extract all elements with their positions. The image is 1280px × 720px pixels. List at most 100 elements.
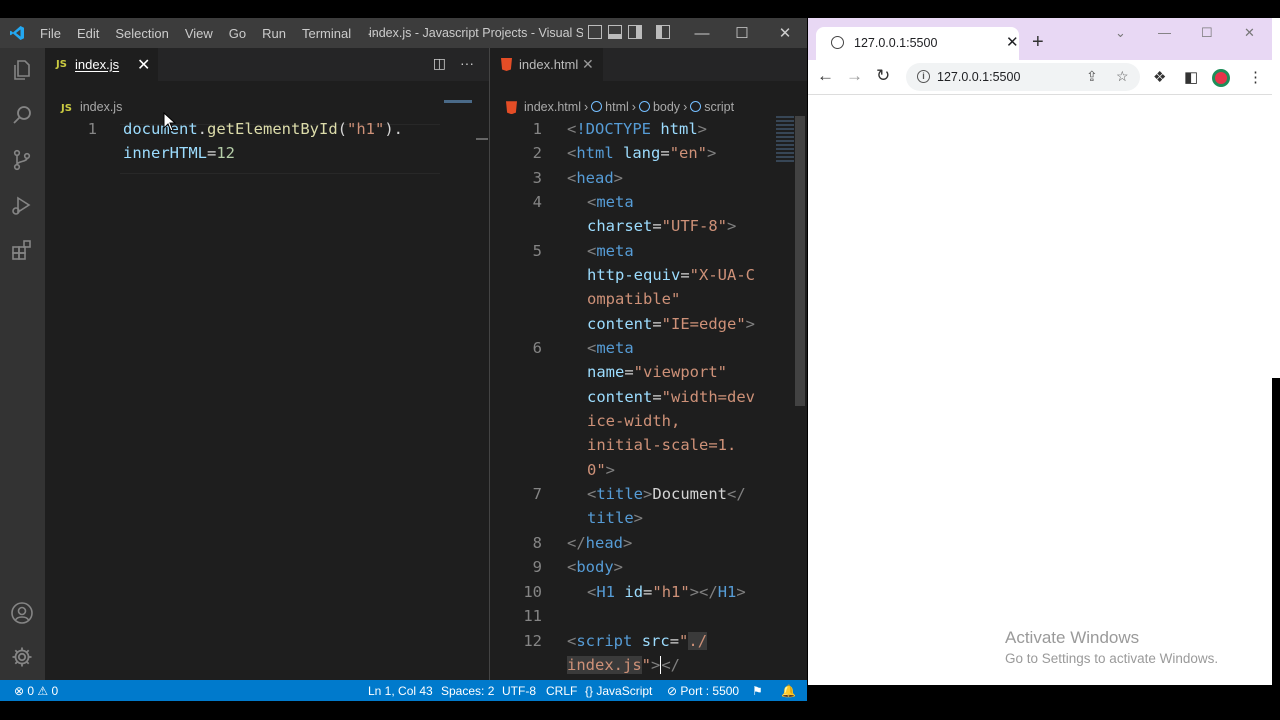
- toggle-panel-icon[interactable]: [608, 25, 622, 39]
- browser-close-icon[interactable]: ✕: [1244, 25, 1255, 41]
- minimize-icon: —: [694, 24, 710, 42]
- breadcrumb[interactable]: JS index.js: [61, 100, 122, 114]
- editor-group-left: JS index.js ✕ ◫ ··· JS index.js 1 documen…: [45, 48, 490, 680]
- problems-status[interactable]: ⊗ 0 ⚠ 0: [14, 684, 58, 698]
- share-icon[interactable]: ⇪: [1086, 68, 1098, 85]
- split-editor-icon[interactable]: ◫: [433, 55, 446, 72]
- title-bar: File Edit Selection View Go Run Terminal…: [0, 18, 807, 48]
- breadcrumb-html[interactable]: html: [605, 100, 629, 114]
- tab-close-icon[interactable]: ✕: [582, 56, 594, 73]
- breadcrumb-separator-icon: ›: [631, 100, 636, 114]
- minimize-button[interactable]: —: [682, 18, 722, 48]
- code-line: charset="UTF-8">: [587, 217, 737, 235]
- address-bar[interactable]: i 127.0.0.1:5500 ⇪ ☆: [906, 63, 1140, 91]
- breadcrumb-body[interactable]: body: [653, 100, 680, 114]
- indentation-status[interactable]: Spaces: 2: [441, 684, 494, 698]
- breadcrumb-file[interactable]: index.html: [524, 100, 581, 114]
- code-line: initial-scale=1.: [587, 436, 737, 454]
- search-icon[interactable]: [10, 103, 34, 127]
- extensions-icon[interactable]: [10, 238, 34, 262]
- feedback-icon[interactable]: ⚑: [752, 684, 763, 698]
- bookmark-star-icon[interactable]: ☆: [1116, 68, 1129, 85]
- toggle-secondary-sidebar-icon[interactable]: [628, 25, 642, 39]
- close-icon: ✕: [778, 25, 792, 42]
- profile-avatar[interactable]: [1212, 69, 1230, 87]
- breadcrumb-script[interactable]: script: [704, 100, 734, 114]
- tab-close-icon[interactable]: ✕: [137, 55, 150, 75]
- window-title: index.js - Javascript Projects - Visual …: [369, 26, 583, 40]
- language-mode-status[interactable]: {} JavaScript: [585, 684, 652, 698]
- browser-window: 127.0.0.1:5500 ✕ + ⌄ — ☐ ✕ ← → ↻ i 127.0…: [808, 18, 1272, 685]
- code-line: index.js"></: [567, 656, 681, 674]
- code-line: <meta: [587, 339, 634, 357]
- browser-page-content: [808, 95, 1272, 685]
- menu-edit[interactable]: Edit: [77, 26, 99, 41]
- line-number: 6: [532, 339, 542, 357]
- tab-index-html[interactable]: index.html ✕: [490, 48, 604, 81]
- menu-file[interactable]: File: [40, 26, 61, 41]
- cursor-position-status[interactable]: Ln 1, Col 43: [368, 684, 433, 698]
- status-bar: ⊗ 0 ⚠ 0 Ln 1, Col 43 Spaces: 2 UTF-8 CRL…: [0, 680, 807, 701]
- menu-selection[interactable]: Selection: [115, 26, 168, 41]
- eol-status[interactable]: CRLF: [546, 684, 577, 698]
- new-tab-button[interactable]: +: [1032, 31, 1044, 54]
- code-line: <head>: [567, 169, 624, 187]
- watermark-subtitle: Go to Settings to activate Windows.: [1005, 651, 1219, 666]
- menu-view[interactable]: View: [185, 26, 213, 41]
- minimap[interactable]: [776, 116, 794, 164]
- customize-layout-icon[interactable]: [656, 25, 670, 39]
- browser-maximize-icon[interactable]: ☐: [1201, 25, 1213, 41]
- line-number: 11: [523, 607, 542, 625]
- minimap[interactable]: [444, 100, 472, 103]
- code-line: ice-width,: [587, 412, 681, 430]
- line-number: 7: [532, 485, 542, 503]
- run-debug-icon[interactable]: [10, 193, 34, 217]
- browser-menu-icon[interactable]: ⋮: [1248, 68, 1263, 86]
- menu-go[interactable]: Go: [229, 26, 246, 41]
- code-line: http-equiv="X-UA-C: [587, 266, 755, 284]
- scrollbar-left[interactable]: [476, 138, 488, 140]
- live-server-port-status[interactable]: ⊘ Port : 5500: [667, 684, 739, 698]
- notifications-bell-icon[interactable]: 🔔: [781, 684, 796, 698]
- source-control-icon[interactable]: [10, 148, 34, 172]
- js-file-icon: JS: [61, 103, 72, 114]
- browser-tab-title: 127.0.0.1:5500: [854, 36, 938, 50]
- address-url[interactable]: 127.0.0.1:5500: [937, 70, 1020, 84]
- explorer-icon[interactable]: [10, 58, 34, 82]
- browser-tab-close-icon[interactable]: ✕: [1006, 33, 1019, 51]
- extensions-puzzle-icon[interactable]: ❖: [1153, 68, 1166, 86]
- maximize-button[interactable]: ☐: [722, 18, 762, 48]
- mouse-pointer-icon: [163, 112, 177, 132]
- reload-icon[interactable]: ↻: [876, 66, 890, 86]
- back-arrow-icon[interactable]: ←: [817, 66, 834, 86]
- background-window-edge: [1272, 18, 1280, 378]
- code-line: <meta: [587, 242, 634, 260]
- tab-index-js[interactable]: JS index.js ✕: [45, 48, 158, 81]
- js-file-icon: JS: [56, 59, 67, 70]
- code-line: <H1 id="h1"></H1>: [587, 583, 746, 601]
- forward-arrow-icon[interactable]: →: [846, 66, 863, 86]
- browser-tab[interactable]: 127.0.0.1:5500 ✕: [816, 27, 1019, 60]
- editor-tabs-right: index.html ✕: [490, 48, 807, 81]
- encoding-status[interactable]: UTF-8: [502, 684, 536, 698]
- line-number: 8: [532, 534, 542, 552]
- settings-gear-icon[interactable]: [10, 645, 34, 669]
- breadcrumb[interactable]: index.html › html › body › script: [506, 100, 734, 115]
- html-file-icon: [506, 101, 517, 115]
- breadcrumb-file[interactable]: index.js: [80, 100, 122, 114]
- code-line: <meta: [587, 193, 634, 211]
- line-number: 1: [532, 120, 542, 138]
- browser-tab-strip: 127.0.0.1:5500 ✕ + ⌄ — ☐ ✕: [808, 18, 1272, 60]
- code-line: content="IE=edge">: [587, 315, 756, 333]
- tab-search-chevron-icon[interactable]: ⌄: [1115, 25, 1126, 41]
- side-panel-icon[interactable]: ◧: [1184, 68, 1198, 86]
- menu-run[interactable]: Run: [262, 26, 286, 41]
- site-info-icon[interactable]: i: [917, 70, 930, 83]
- toggle-primary-sidebar-icon[interactable]: [588, 25, 602, 39]
- browser-minimize-icon[interactable]: —: [1158, 25, 1171, 40]
- more-actions-icon[interactable]: ···: [460, 55, 474, 72]
- accounts-icon[interactable]: [10, 601, 34, 625]
- menu-terminal[interactable]: Terminal: [302, 26, 351, 41]
- scrollbar-right[interactable]: [795, 116, 805, 406]
- close-window-button[interactable]: ✕: [765, 18, 805, 48]
